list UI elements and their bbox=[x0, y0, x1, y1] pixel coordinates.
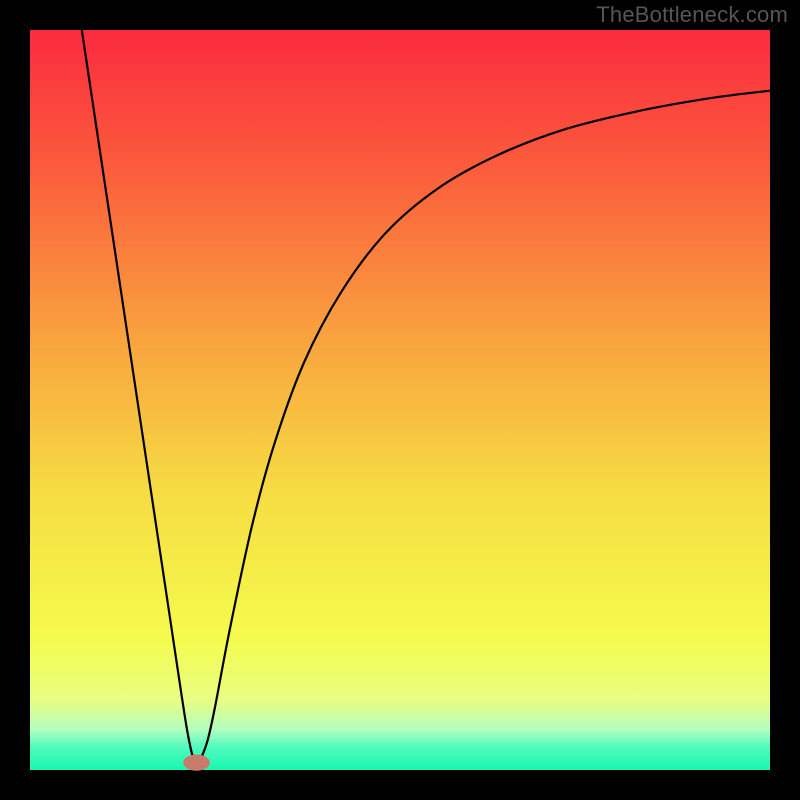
chart-marker bbox=[183, 754, 210, 770]
chart-plot-area bbox=[30, 30, 770, 770]
chart-canvas bbox=[0, 0, 800, 800]
watermark-text: TheBottleneck.com bbox=[596, 2, 788, 28]
chart-container: TheBottleneck.com bbox=[0, 0, 800, 800]
